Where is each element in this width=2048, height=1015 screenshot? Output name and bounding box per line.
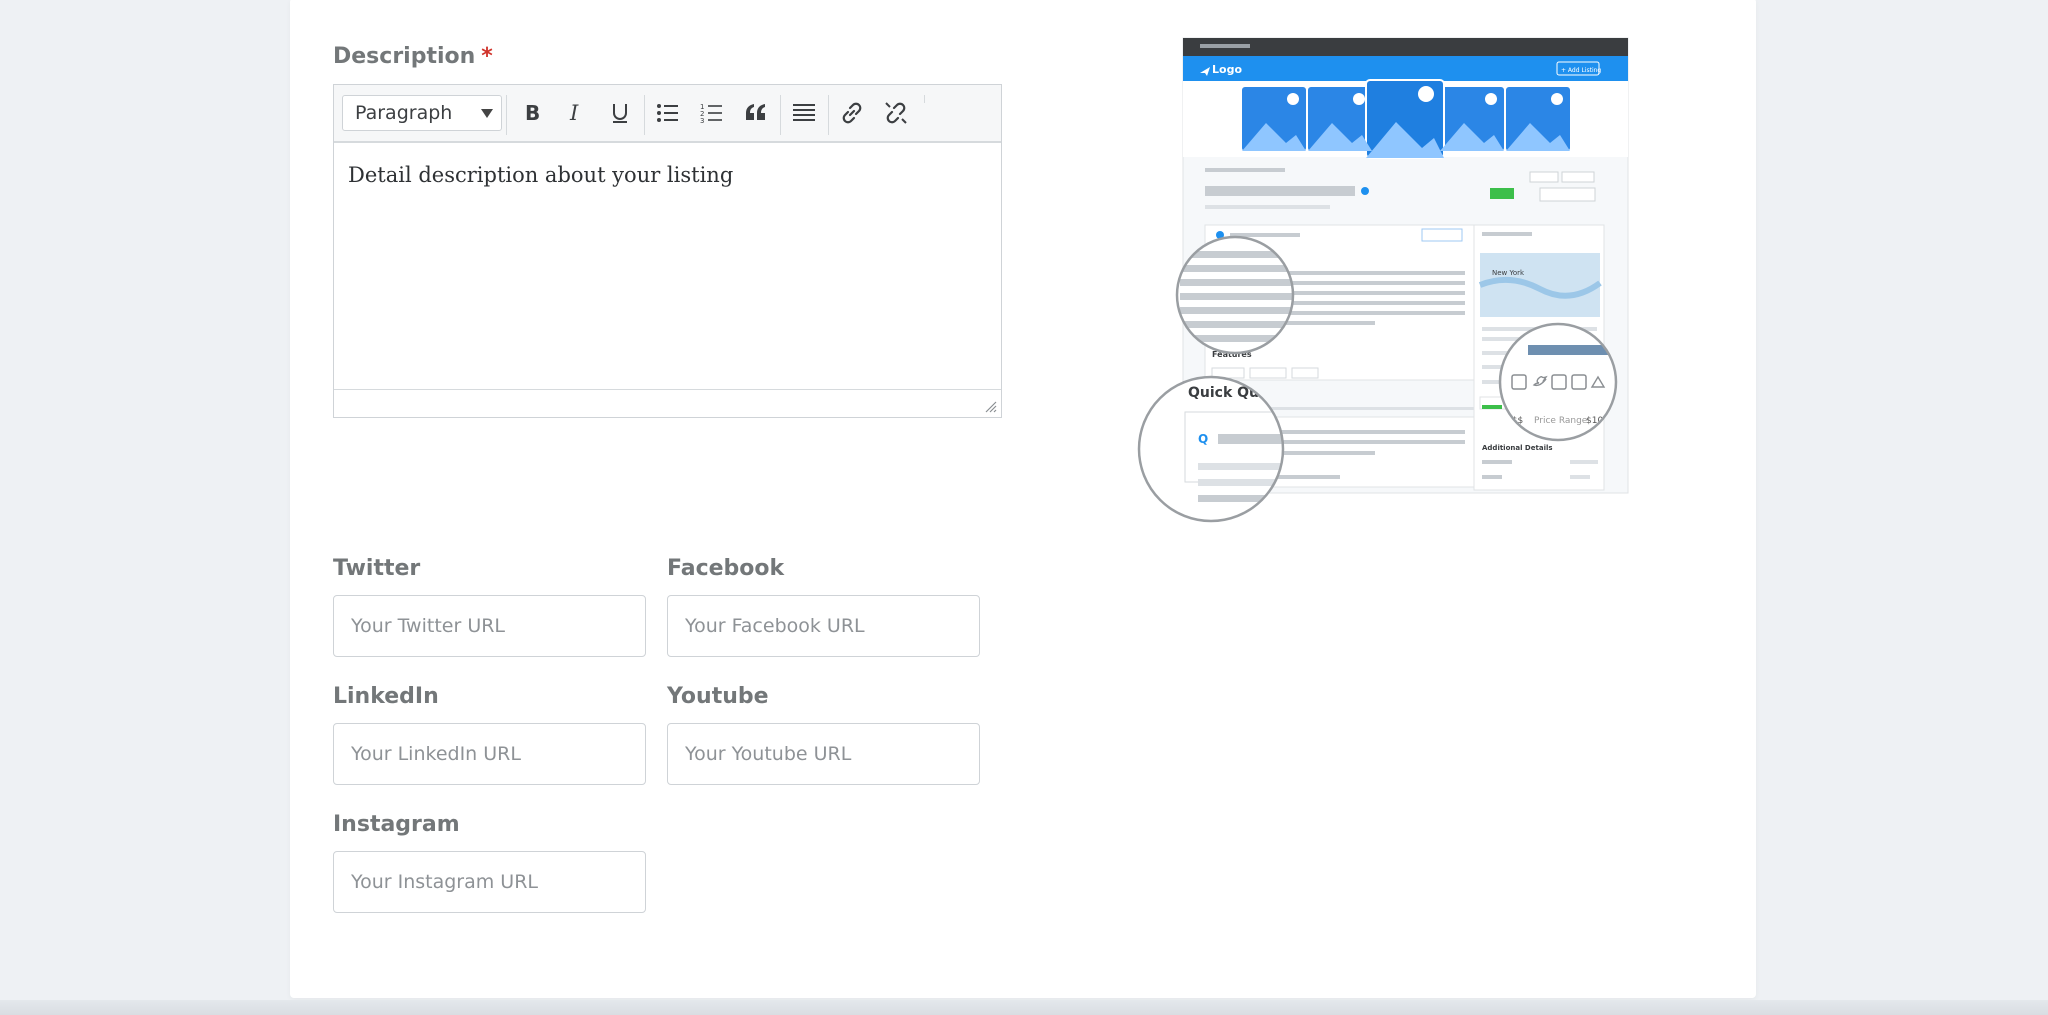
twitter-label: Twitter [333, 556, 421, 581]
bullet-list-button[interactable] [650, 95, 686, 131]
svg-text:Q: Q [1198, 432, 1208, 446]
instagram-label: Instagram [333, 812, 460, 837]
unlink-button[interactable] [878, 95, 914, 131]
editor-statusbar [334, 389, 1001, 417]
listing-preview-illustration: Logo + Add Listing Features New York Add… [1137, 37, 1629, 523]
link-button[interactable] [834, 95, 870, 131]
numbered-list-icon: 123 [700, 103, 722, 124]
youtube-label: Youtube [667, 684, 769, 709]
chevron-down-icon [481, 109, 493, 118]
preview-additional-details: Additional Details [1482, 444, 1553, 452]
toolbar-divider [506, 95, 507, 135]
align-justify-button[interactable] [786, 95, 822, 131]
description-label: Description * [333, 44, 493, 69]
resize-handle-icon[interactable] [983, 399, 997, 413]
preview-gallery [1242, 79, 1570, 159]
editor-content[interactable]: Detail description about your listing [334, 145, 1001, 389]
required-asterisk: * [481, 44, 493, 69]
preview-add-listing: + Add Listing [1561, 67, 1601, 74]
bullet-list-icon [657, 104, 678, 122]
linkedin-url-input[interactable] [333, 723, 646, 785]
facebook-label: Facebook [667, 556, 785, 581]
block-format-select[interactable]: Paragraph [342, 95, 502, 131]
instagram-url-input[interactable] [333, 851, 646, 913]
bold-icon: B [525, 102, 540, 124]
preview-map-location: New York [1492, 269, 1525, 277]
underline-icon [613, 104, 627, 123]
italic-icon: I [569, 102, 579, 124]
preview-logo: Logo [1212, 63, 1242, 76]
toolbar-divider [644, 95, 645, 135]
blockquote-icon [746, 104, 765, 120]
svg-text:I: I [569, 102, 579, 124]
preview-map [1480, 253, 1600, 317]
block-format-value: Paragraph [355, 102, 453, 124]
svg-text:3: 3 [700, 117, 704, 124]
toolbar-divider [924, 95, 925, 103]
linkedin-label: LinkedIn [333, 684, 439, 709]
footer-shadow [0, 1000, 2048, 1015]
toolbar-divider [828, 95, 829, 135]
italic-button[interactable]: I [558, 95, 594, 131]
toolbar-divider [780, 95, 781, 135]
blockquote-button[interactable] [738, 95, 774, 131]
bold-button[interactable]: B [514, 95, 550, 131]
unlink-icon [885, 102, 907, 124]
twitter-url-input[interactable] [333, 595, 646, 657]
facebook-url-input[interactable] [667, 595, 980, 657]
svg-text:B: B [525, 102, 540, 124]
link-icon [842, 102, 862, 124]
youtube-url-input[interactable] [667, 723, 980, 785]
description-editor[interactable]: Paragraph B I 123 Detail description abo… [333, 84, 1002, 418]
numbered-list-button[interactable]: 123 [694, 95, 730, 131]
underline-button[interactable] [602, 95, 638, 131]
preview-price-range: Price Range [1534, 416, 1588, 426]
align-justify-icon [793, 104, 815, 121]
description-label-text: Description [333, 44, 476, 69]
editor-toolbar: Paragraph B I 123 [334, 85, 1001, 143]
